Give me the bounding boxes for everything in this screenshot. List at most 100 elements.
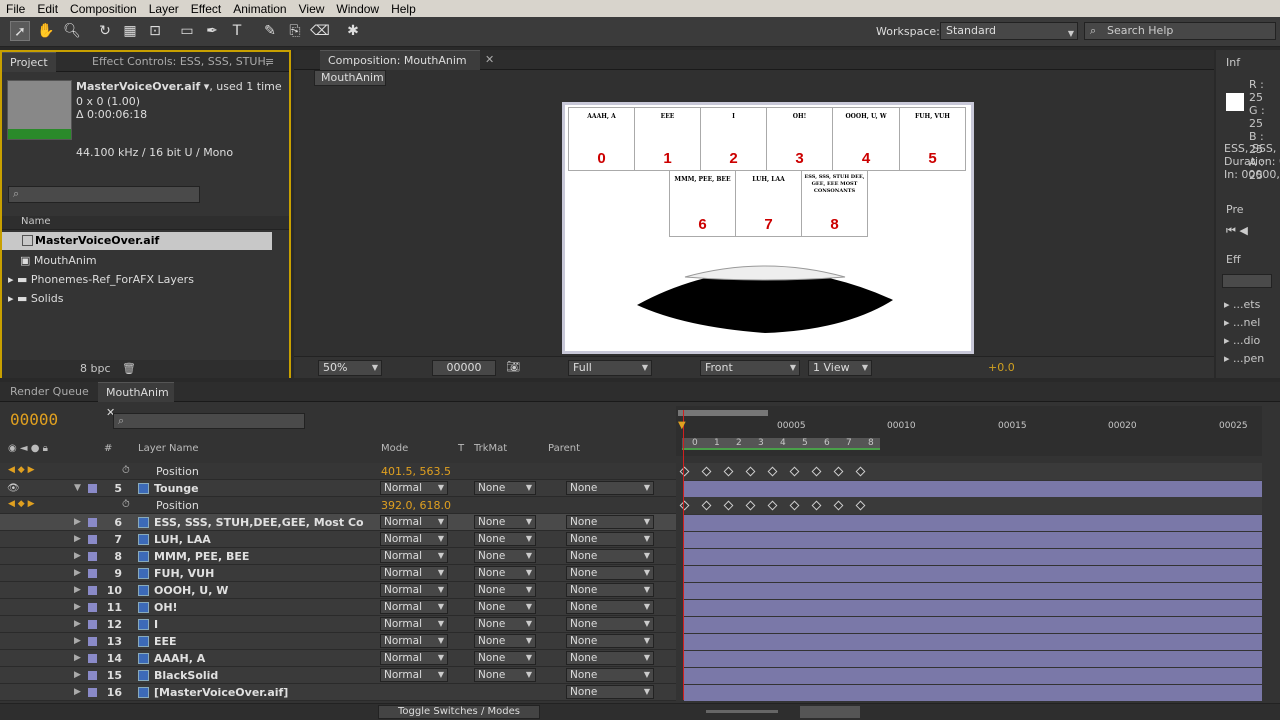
trkmat-select[interactable]: None ▼ [474,651,536,665]
layer-name[interactable]: OOOH, U, W [154,582,228,599]
property-value[interactable]: 401.5, 563.5 [381,463,451,480]
trkmat-select[interactable]: None ▼ [474,532,536,546]
label-color[interactable] [88,603,97,612]
parent-select[interactable]: None ▼ [566,685,654,699]
layer-row[interactable]: ▶ 8 MMM, PEE, BEE Normal ▼ None ▼ None ▼ [0,548,676,565]
visibility-icon[interactable]: 👁︎ [7,480,20,497]
menu-edit[interactable]: Edit [31,2,64,16]
mode-select[interactable]: Normal ▼ [380,481,448,495]
parent-select[interactable]: None ▼ [566,600,654,614]
tab-effect-controls[interactable]: Effect Controls: ESS, SSS, STUH, [84,52,277,72]
layer-row[interactable]: ▶ 14 AAAH, A Normal ▼ None ▼ None ▼ [0,650,676,667]
layer-name[interactable]: Tounge [154,480,199,497]
position-property-row[interactable]: ◀ ◆ ▶ ⏱ Position 392.0, 618.0 [0,497,676,514]
mode-select[interactable]: Normal ▼ [380,549,448,563]
label-color[interactable] [88,552,97,561]
zoom-slider[interactable] [706,710,778,713]
layer-name[interactable]: ESS, SSS, STUH,DEE,GEE, Most Co [154,514,364,531]
layer-row[interactable]: ▶ 6 ESS, SSS, STUH,DEE,GEE, Most Co Normal ▼… [0,514,676,531]
timeline-search-input[interactable]: ⌕ [113,413,305,429]
keyframe-nav-icon[interactable]: ◀ ◆ ▶ [8,499,35,509]
playhead-handle-icon[interactable]: ▼ [678,420,686,431]
time-ruler[interactable]: 00005 00010 00015 00020 00025 0 1 2 3 4 … [676,406,1262,456]
mode-select[interactable]: Normal ▼ [380,617,448,631]
layer-name[interactable]: MMM, PEE, BEE [154,548,249,565]
parent-select[interactable]: None ▼ [566,566,654,580]
workspace-select[interactable]: Standard ▼ [940,22,1078,40]
effects-item[interactable]: ▸ ...nel [1224,314,1264,332]
twirl-right-icon[interactable]: ▶ [74,616,81,633]
twirl-right-icon[interactable]: ▶ [74,650,81,667]
twirl-right-icon[interactable]: ▶ [74,684,81,701]
brush-tool-icon[interactable]: ✎ [260,21,280,41]
layer-duration-bar[interactable] [684,583,1262,599]
layer-duration-bar[interactable] [684,634,1262,650]
menu-window[interactable]: Window [330,2,385,16]
view-select[interactable]: Front ▼ [700,360,800,376]
horizontal-scrollbar[interactable] [800,706,860,718]
bpc-label[interactable]: 8 bpc [80,362,111,375]
layer-row[interactable]: 👁︎ ▼ 5 Tounge Normal ▼ None ▼ None ▼ [0,480,676,497]
zoom-select[interactable]: 50% ▼ [318,360,382,376]
zoom-tool-icon[interactable]: 🔍︎ [62,21,82,41]
effects-item[interactable]: ▸ ...pen [1224,350,1264,368]
trkmat-select[interactable]: None ▼ [474,549,536,563]
tab-mouthanim[interactable]: MouthAnim ✕ [98,382,174,419]
trkmat-select[interactable]: None ▼ [474,566,536,580]
label-color[interactable] [88,637,97,646]
layer-name[interactable]: BlackSolid [154,667,218,684]
type-tool-icon[interactable]: T [227,21,247,41]
layer-name[interactable]: EEE [154,633,177,650]
work-area-bar[interactable] [678,410,768,416]
parent-select[interactable]: None ▼ [566,668,654,682]
stopwatch-icon[interactable]: ⏱ [122,499,130,510]
layer-row[interactable]: ▶ 15 BlackSolid Normal ▼ None ▼ None ▼ [0,667,676,684]
project-search-input[interactable]: ⌕ [8,186,200,203]
playhead[interactable] [683,410,684,700]
twirl-right-icon[interactable]: ▶ [74,514,81,531]
twirl-right-icon[interactable]: ▶ [74,531,81,548]
mode-select[interactable]: Normal ▼ [380,634,448,648]
label-color[interactable] [88,620,97,629]
layer-name[interactable]: LUH, LAA [154,531,211,548]
trkmat-select[interactable]: None ▼ [474,583,536,597]
layer-duration-bar[interactable] [684,532,1262,548]
layer-duration-bar[interactable] [684,651,1262,667]
stopwatch-icon[interactable]: ⏱ [122,465,130,476]
mode-select[interactable]: Normal ▼ [380,668,448,682]
layer-name[interactable]: FUH, VUH [154,565,214,582]
parent-select[interactable]: None ▼ [566,634,654,648]
exposure-value[interactable]: +0.0 [988,361,1015,374]
eraser-tool-icon[interactable]: ⌫ [310,21,330,41]
twirl-right-icon[interactable]: ▶ [74,565,81,582]
current-timecode[interactable]: 00000 [10,410,58,429]
timecode-field[interactable]: 00000 [432,360,496,376]
layer-duration-bar[interactable] [684,617,1262,633]
menu-view[interactable]: View [293,2,331,16]
tab-effects[interactable]: Eff [1226,253,1241,266]
panel-menu-icon[interactable]: ≡ [257,52,282,72]
trkmat-select[interactable]: None ▼ [474,481,536,495]
comp-viewer[interactable]: AAAH, A0 EEE 1 I2 OH! 3 OOOH, U, W4 FUH, V… [562,102,974,354]
label-color[interactable] [88,586,97,595]
twirl-right-icon[interactable]: ▶ [74,548,81,565]
mode-select[interactable]: Normal ▼ [380,532,448,546]
camera-tool-icon[interactable]: ▦ [120,21,140,41]
layer-duration-bar[interactable] [684,549,1262,565]
close-icon[interactable]: ✕ [477,50,502,70]
twirl-right-icon[interactable]: ▶ [74,633,81,650]
trkmat-select[interactable]: None ▼ [474,668,536,682]
layer-duration-bar[interactable] [684,685,1262,701]
position-property-row[interactable]: ◀ ◆ ▶ ⏱ Position 401.5, 563.5 [0,463,676,480]
label-color[interactable] [88,569,97,578]
effects-search-input[interactable] [1222,274,1272,288]
label-color[interactable] [88,688,97,697]
selection-tool-icon[interactable]: ➚ [10,21,30,41]
parent-select[interactable]: None ▼ [566,549,654,563]
trkmat-select[interactable]: None ▼ [474,515,536,529]
layer-duration-bar[interactable] [684,668,1262,684]
menu-effect[interactable]: Effect [185,2,227,16]
label-color[interactable] [88,518,97,527]
layer-row[interactable]: ▶ 7 LUH, LAA Normal ▼ None ▼ None ▼ [0,531,676,548]
label-color[interactable] [88,654,97,663]
